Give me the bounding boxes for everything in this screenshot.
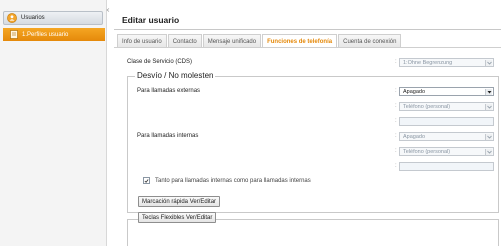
colon: : — [395, 103, 397, 109]
chevron-down-icon — [485, 134, 492, 140]
action-buttons-box — [127, 219, 499, 246]
colon: : — [395, 88, 397, 94]
tab-contacto[interactable]: Contacto — [167, 34, 202, 48]
title-divider — [114, 29, 501, 30]
page-title: Editar usuario — [122, 15, 180, 25]
dnd-fieldset — [127, 76, 499, 213]
internal-calls-label: Para llamadas internas — [137, 133, 199, 139]
external-mode-value: Apagado — [403, 88, 426, 95]
users-icon — [7, 13, 17, 23]
cos-label: Clase de Servicio (CDS) — [127, 59, 193, 65]
colon: : — [395, 59, 397, 65]
colon: : — [395, 118, 397, 124]
sidebar-item-label: 1.Perfiles usuario — [22, 31, 69, 38]
external-mode-select[interactable]: Apagado — [399, 87, 494, 96]
dnd-legend: Desvío / No molesten — [135, 71, 216, 80]
internal-mode-select[interactable]: Apagado — [399, 132, 494, 141]
checkmark-icon — [144, 178, 149, 183]
tab-mensaje-unificado[interactable]: Mensaje unificado — [202, 34, 262, 48]
sidebar: Usuarios 1.Perfiles usuario — [0, 0, 107, 246]
colon: : — [395, 148, 397, 154]
internal-target-select[interactable]: Teléfono (personal) — [399, 147, 494, 156]
sidebar-header[interactable]: Usuarios — [3, 11, 103, 25]
cos-select[interactable]: 1:Ohne Begrenzung — [399, 58, 494, 67]
sidebar-item-perfiles-usuario[interactable]: 1.Perfiles usuario — [3, 28, 105, 41]
flexible-keys-button[interactable]: Teclas Flexibles Ver/Editar — [138, 212, 217, 223]
internal-target-value: Teléfono (personal) — [403, 148, 451, 155]
chevron-down-icon — [485, 89, 492, 95]
external-calls-label: Para llamadas externas — [137, 88, 201, 94]
tab-cuenta-de-conexion[interactable]: Cuenta de conexión — [338, 34, 402, 48]
both-calls-checkbox[interactable] — [143, 177, 150, 184]
speed-dial-button[interactable]: Marcación rápida Ver/Editar — [138, 196, 221, 207]
chevron-down-icon — [485, 149, 492, 155]
chevron-down-icon — [485, 104, 492, 110]
internal-number-input[interactable] — [399, 162, 494, 171]
colon: : — [395, 163, 397, 169]
internal-mode-value: Apagado — [403, 133, 426, 140]
both-calls-checkbox-label: Tanto para llamadas internas como para l… — [155, 178, 311, 184]
chevron-down-icon — [485, 60, 492, 66]
main-panel: Editar usuario Info de usuario Contacto … — [110, 0, 501, 246]
external-number-input[interactable] — [399, 117, 494, 126]
tab-funciones-de-telefonia[interactable]: Funciones de telefonía — [262, 34, 338, 48]
external-target-select[interactable]: Teléfono (personal) — [399, 102, 494, 111]
cos-select-value: 1:Ohne Begrenzung — [403, 59, 453, 66]
tab-divider — [114, 47, 501, 48]
colon: : — [395, 133, 397, 139]
sidebar-header-label: Usuarios — [21, 15, 45, 21]
external-target-value: Teléfono (personal) — [403, 103, 451, 110]
tab-info-de-usuario[interactable]: Info de usuario — [117, 34, 167, 48]
document-icon — [10, 30, 18, 39]
tab-bar: Info de usuario Contacto Mensaje unifica… — [117, 34, 402, 48]
